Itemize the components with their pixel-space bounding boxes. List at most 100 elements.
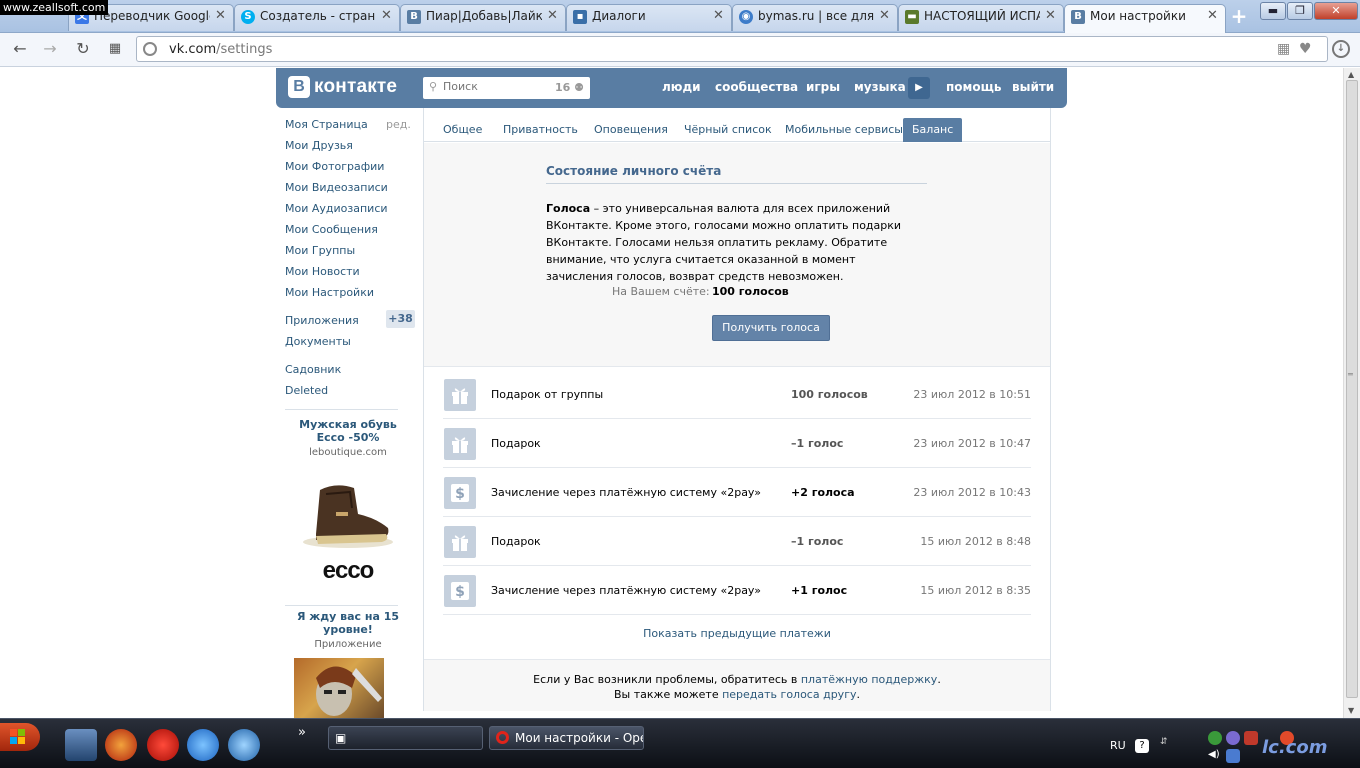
tab-notifications[interactable]: Оповещения	[585, 118, 677, 142]
download-icon[interactable]: ↓	[1332, 40, 1350, 58]
menu-app-gardener[interactable]: Садовник	[285, 363, 341, 376]
new-tab-button[interactable]: +	[1228, 6, 1250, 27]
support-text-end: .	[937, 673, 941, 686]
scroll-up-icon[interactable]: ▲	[1348, 70, 1354, 79]
scroll-down-icon[interactable]: ▼	[1348, 706, 1354, 715]
dollar-icon: $	[444, 575, 476, 607]
minimize-button[interactable]: ▬	[1260, 2, 1286, 20]
browser-tab-active[interactable]: В Мои настройки ✕	[1064, 4, 1226, 33]
computer-icon[interactable]	[65, 729, 97, 761]
heart-icon[interactable]: ♥	[1299, 41, 1312, 57]
tray-app-icon[interactable]	[1208, 731, 1222, 745]
settings-tabs: Общее Приватность Оповещения Чёрный спис…	[424, 108, 1050, 142]
browser-tab[interactable]: В Пиар|Добавь|Лайки ✕	[400, 4, 566, 31]
scrollbar-thumb[interactable]	[1346, 80, 1358, 698]
shoe-image[interactable]	[296, 472, 396, 552]
search-input[interactable]	[443, 80, 543, 93]
close-icon[interactable]: ✕	[1045, 9, 1057, 23]
help-icon[interactable]: ?	[1135, 739, 1149, 753]
balance-description: Голоса – это универсальная валюта для вс…	[546, 200, 926, 285]
show-desktop-icon[interactable]: ⇵	[1160, 737, 1174, 751]
close-icon[interactable]: ✕	[215, 9, 227, 23]
tab-general[interactable]: Общее	[434, 118, 491, 142]
app-ad-image[interactable]	[294, 658, 384, 718]
transaction-amount: +2 голоса	[791, 486, 855, 499]
close-icon[interactable]: ✕	[1207, 9, 1219, 23]
tab-balance[interactable]: Баланс	[903, 118, 963, 142]
payment-support-link[interactable]: платёжную поддержку	[801, 673, 937, 686]
tab-mobile[interactable]: Мобильные сервисы	[776, 118, 912, 142]
browser-tab[interactable]: ▬ НАСТОЯЩИЙ ИСПА ✕	[898, 4, 1064, 31]
balance-term: Голоса	[546, 202, 591, 215]
gift-icon	[444, 526, 476, 558]
browser-tab[interactable]: S Создатель - страни ✕	[234, 4, 400, 31]
menu-documents[interactable]: Документы	[285, 335, 351, 348]
browser-tab[interactable]: ▪ Диалоги ✕	[566, 4, 732, 31]
browser-tab[interactable]: ◉ bymas.ru | все для ✕	[732, 4, 898, 31]
volume-icon[interactable]: ◀)	[1208, 749, 1222, 763]
taskbar-button-explorer[interactable]: ▣	[328, 726, 483, 750]
vk-logo[interactable]: В контакте	[288, 76, 397, 98]
start-button[interactable]	[0, 723, 40, 751]
tray-app-icon[interactable]	[1244, 731, 1258, 745]
nav-help[interactable]: помощь	[946, 80, 1001, 94]
transaction-date: 23 июл 2012 в 10:51	[913, 388, 1031, 401]
menu-messages[interactable]: Мои Сообщения	[285, 223, 378, 236]
tray-app-icon[interactable]	[1226, 731, 1240, 745]
table-row: Подарок –1 голос 23 июл 2012 в 10:47	[443, 419, 1031, 468]
transfer-votes-link[interactable]: передать голоса другу	[722, 688, 856, 701]
url-text[interactable]: vk.com/settings	[169, 42, 272, 57]
close-icon[interactable]: ✕	[381, 9, 393, 23]
tab-blacklist[interactable]: Чёрный список	[675, 118, 781, 142]
menu-videos[interactable]: Мои Видеозаписи	[285, 181, 388, 194]
show-previous-payments-link[interactable]: Показать предыдущие платежи	[443, 627, 1031, 640]
maximize-button[interactable]: ❐	[1287, 2, 1313, 20]
menu-friends[interactable]: Мои Друзья	[285, 139, 353, 152]
menu-apps[interactable]: Приложения	[285, 314, 359, 327]
page-scrollbar[interactable]: ▲ ═ ▼	[1343, 68, 1360, 718]
address-bar[interactable]: vk.com/settings ▦ ♥	[136, 36, 1328, 62]
play-icon[interactable]: ▶	[908, 77, 930, 99]
menu-groups[interactable]: Мои Группы	[285, 244, 355, 257]
forward-icon[interactable]: →	[39, 39, 61, 61]
speed-dial-icon[interactable]: ▦	[104, 39, 126, 61]
balance-value: 100 голосов	[712, 285, 789, 298]
vk-icon: В	[407, 10, 421, 24]
taskbar-button-opera[interactable]: Мои настройки - Opera	[489, 726, 644, 750]
close-icon[interactable]: ✕	[547, 9, 559, 23]
menu-news[interactable]: Мои Новости	[285, 265, 360, 278]
get-votes-button[interactable]: Получить голоса	[712, 315, 830, 341]
warrior-image	[316, 666, 382, 716]
ad-title[interactable]: Мужская обувь Ecco -50%	[285, 418, 411, 444]
close-icon[interactable]: ✕	[879, 9, 891, 23]
menu-audio[interactable]: Мои Аудиозаписи	[285, 202, 388, 215]
back-icon[interactable]: ←	[9, 39, 31, 61]
menu-app-deleted[interactable]: Deleted	[285, 384, 328, 397]
vu-app-icon[interactable]	[228, 729, 260, 761]
tab-title: Мои настройки	[1090, 9, 1186, 23]
media-player-icon[interactable]	[187, 729, 219, 761]
close-icon[interactable]: ✕	[713, 9, 725, 23]
speed-dial-add-icon[interactable]: ▦	[1277, 41, 1290, 57]
opera-icon[interactable]	[147, 729, 179, 761]
nav-communities[interactable]: сообщества	[715, 80, 798, 94]
network-icon[interactable]	[1226, 749, 1240, 763]
burn-app-icon[interactable]	[105, 729, 137, 761]
apps-count-badge[interactable]: +38	[386, 310, 415, 328]
app-ad-title[interactable]: Я жду вас на 15 уровне!	[285, 610, 411, 636]
tab-privacy[interactable]: Приватность	[494, 118, 587, 142]
menu-edit-link[interactable]: ред.	[386, 118, 411, 131]
tab-title: Создатель - страни	[260, 9, 376, 23]
menu-settings[interactable]: Мои Настройки	[285, 286, 374, 299]
menu-photos[interactable]: Мои Фотографии	[285, 160, 384, 173]
vk-search[interactable]: ⚲ 16 ⚉	[423, 77, 590, 99]
nav-games[interactable]: игры	[806, 80, 840, 94]
language-indicator[interactable]: RU	[1110, 739, 1126, 752]
menu-my-page[interactable]: Моя Страница	[285, 118, 368, 131]
nav-music[interactable]: музыка	[854, 80, 906, 94]
nav-people[interactable]: люди	[662, 80, 701, 94]
quick-launch-overflow[interactable]: »	[298, 725, 306, 740]
reload-icon[interactable]: ↻	[72, 39, 94, 61]
close-window-button[interactable]: ✕	[1314, 2, 1358, 20]
nav-logout[interactable]: выйти	[1012, 80, 1054, 94]
